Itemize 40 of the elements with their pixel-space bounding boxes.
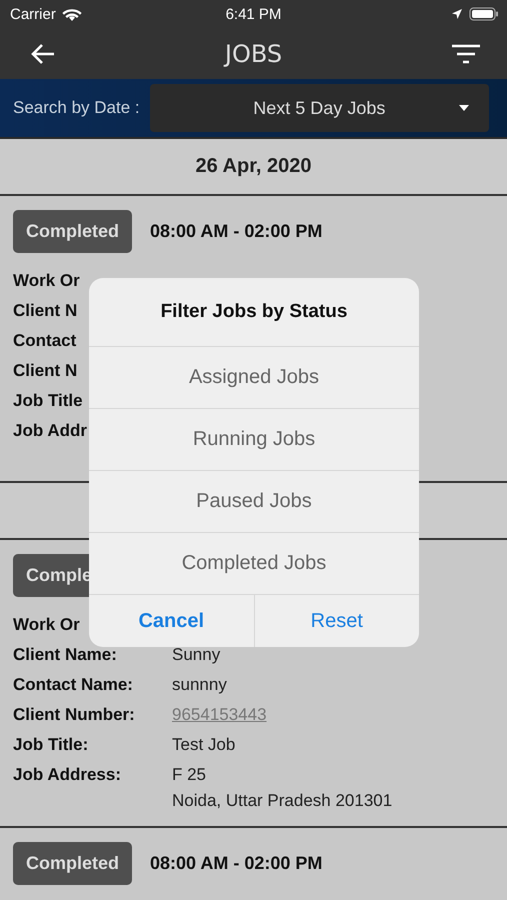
date-label: 26 Apr, 2020 xyxy=(195,155,312,178)
field-value: F 25 Noida, Uttar Pradesh 201301 xyxy=(172,764,392,812)
field-value: Sunny xyxy=(172,645,220,665)
clock: 6:41 PM xyxy=(226,6,282,22)
filter-option[interactable]: Paused Jobs xyxy=(89,471,419,533)
field-label: Job Address: xyxy=(13,765,122,785)
reset-button[interactable]: Reset xyxy=(254,595,419,647)
filter-option[interactable]: Assigned Jobs xyxy=(89,347,419,409)
back-arrow-icon xyxy=(30,42,56,64)
field-label: Job Title: xyxy=(13,735,90,755)
filter-option[interactable]: Running Jobs xyxy=(89,409,419,471)
filter-button[interactable] xyxy=(451,42,481,64)
field-value: Test Job xyxy=(172,735,236,755)
battery-icon xyxy=(469,7,499,21)
status-badge: Completed xyxy=(13,210,132,253)
date-dropdown[interactable]: Next 5 Day Jobs xyxy=(150,84,489,132)
filter-option[interactable]: Completed Jobs xyxy=(89,533,419,595)
time-range: 08:00 AM - 02:00 PM xyxy=(150,221,322,242)
field-label: Client Name: xyxy=(13,645,118,665)
status-badge: Completed xyxy=(13,842,132,885)
screen-title: JOBS xyxy=(224,40,282,68)
field-value: sunnny xyxy=(172,675,227,695)
dialog-title: Filter Jobs by Status xyxy=(89,278,419,347)
caret-icon xyxy=(459,105,469,111)
field-label: Contact Name: xyxy=(13,675,134,695)
back-button[interactable] xyxy=(30,42,56,64)
wifi-icon xyxy=(62,6,82,22)
field-label: Client Number: xyxy=(13,705,136,725)
time-range: 08:00 AM - 02:00 PM xyxy=(150,853,322,874)
field-label: Client N xyxy=(13,361,78,381)
phone-link[interactable]: 9654153443 xyxy=(172,705,267,725)
field-label: Job Title xyxy=(13,391,84,411)
field-label: Work Or xyxy=(13,271,81,291)
field-label: Job Addr xyxy=(13,421,88,441)
filter-icon xyxy=(451,42,481,64)
search-label: Search by Date : xyxy=(13,98,140,118)
location-arrow-icon xyxy=(451,8,463,20)
field-label: Contact xyxy=(13,331,78,351)
cancel-button[interactable]: Cancel xyxy=(89,595,254,647)
carrier-label: Carrier xyxy=(10,6,56,22)
